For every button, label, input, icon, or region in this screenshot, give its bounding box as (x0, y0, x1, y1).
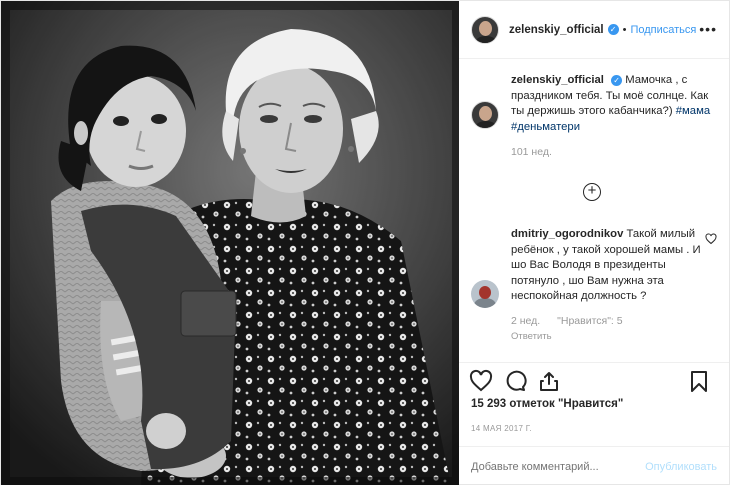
comment-username[interactable]: dmitriy_ogorodnikov (511, 228, 623, 240)
comment-age[interactable]: 2 нед. (511, 315, 540, 327)
bookmark-icon[interactable] (687, 369, 711, 393)
post-photo[interactable] (1, 1, 459, 485)
verified-badge-icon: ✓ (607, 24, 619, 35)
separator-dot: • (622, 23, 627, 36)
post-actions-bar (459, 362, 729, 398)
comment-item: dmitriy_ogorodnikov Такой милый ребёнок … (471, 227, 717, 342)
reply-button[interactable]: Ответить (511, 331, 717, 342)
comment-likes-count[interactable]: "Нравится": 5 (557, 315, 622, 327)
comment-input[interactable] (471, 460, 621, 473)
caption-author-avatar[interactable] (471, 101, 499, 129)
caption-age[interactable]: 101 нед. (511, 145, 717, 161)
comment-meta: 2 нед. "Нравится": 5 (511, 315, 717, 327)
caption: zelenskiy_official ✓ Мамочка , с праздни… (471, 73, 717, 161)
caption-body: zelenskiy_official ✓ Мамочка , с праздни… (511, 73, 717, 161)
author-avatar[interactable] (471, 15, 499, 44)
commenter-avatar[interactable] (471, 280, 499, 308)
photo-illustration (1, 1, 459, 485)
publish-button[interactable]: Опубликовать (645, 461, 717, 473)
comment-body: dmitriy_ogorodnikov Такой милый ребёнок … (511, 227, 701, 305)
heart-icon[interactable] (469, 369, 493, 393)
add-comment-bar: Опубликовать (459, 446, 729, 485)
caption-username[interactable]: zelenskiy_official (511, 74, 604, 86)
post-side-panel: zelenskiy_official ✓ • Подписаться ••• z… (459, 1, 729, 485)
more-options-icon[interactable]: ••• (699, 21, 717, 37)
author-username[interactable]: zelenskiy_official (509, 24, 604, 36)
verified-badge-icon: ✓ (611, 74, 623, 86)
instagram-post: zelenskiy_official ✓ • Подписаться ••• z… (0, 0, 730, 485)
plus-circle-icon[interactable]: + (583, 183, 601, 201)
post-header: zelenskiy_official ✓ • Подписаться ••• (459, 1, 729, 59)
likes-count[interactable]: 15 293 отметок "Нравится" (459, 398, 729, 416)
follow-button[interactable]: Подписаться (630, 24, 696, 36)
comment-icon[interactable] (503, 369, 527, 393)
share-icon[interactable] (537, 369, 561, 393)
comments-section: zelenskiy_official ✓ Мамочка , с праздни… (459, 59, 729, 362)
post-date[interactable]: 14 МАЯ 2017 Г. (459, 416, 729, 446)
comment-like-heart-icon[interactable] (705, 233, 717, 245)
